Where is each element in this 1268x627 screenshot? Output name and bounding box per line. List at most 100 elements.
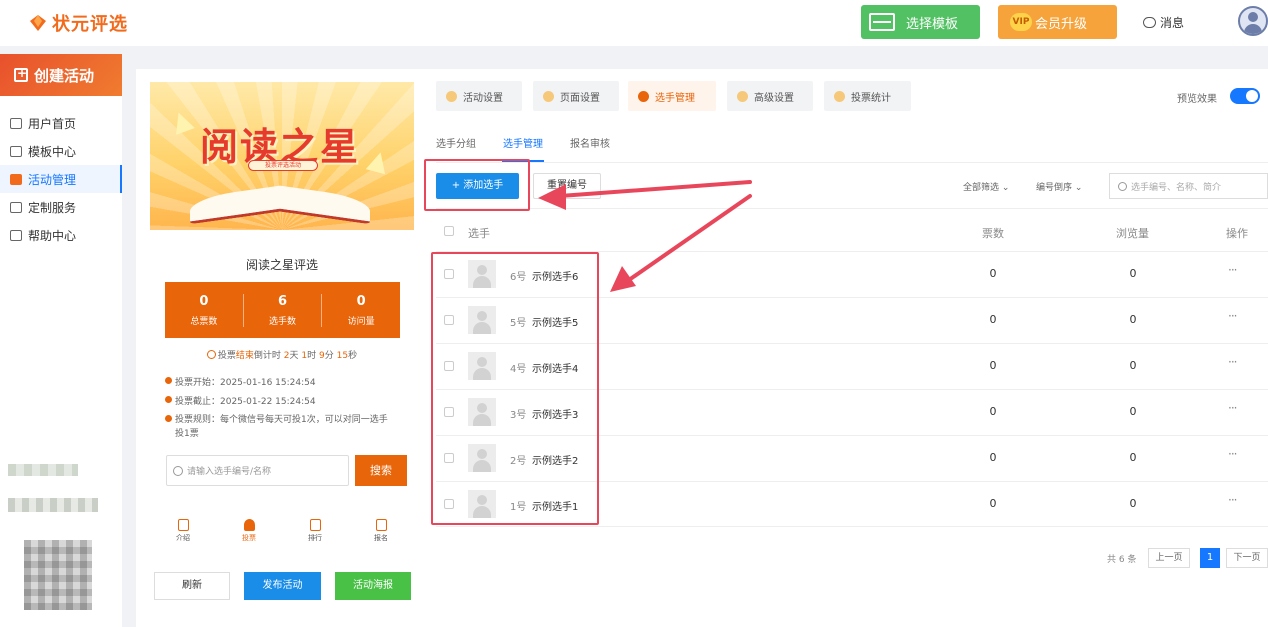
pager-next-button[interactable]: 下一页 bbox=[1226, 548, 1268, 568]
table-top-divider bbox=[436, 208, 1268, 209]
sort-select[interactable]: 编号倒序 ⌄ bbox=[1036, 180, 1082, 193]
vip-upgrade-button[interactable]: VIP 会员升级 bbox=[998, 5, 1117, 39]
countdown-text: 结束 bbox=[235, 351, 254, 361]
folder-icon bbox=[10, 145, 22, 157]
tab-vote-stats[interactable]: 投票统计 bbox=[824, 81, 911, 111]
tab-contestant-management[interactable]: 选手管理 bbox=[628, 81, 716, 111]
preview-search-input[interactable]: 请输入选手编号/名称 bbox=[166, 455, 349, 486]
tabbar-rank[interactable]: 排行 bbox=[282, 517, 348, 553]
tabbar-intro[interactable]: 介绍 bbox=[150, 517, 216, 553]
more-actions-icon[interactable]: ··· bbox=[1228, 401, 1238, 415]
logo[interactable]: 状元评选 bbox=[28, 10, 128, 36]
sidebar-item-help[interactable]: 帮助中心 bbox=[0, 221, 122, 249]
publish-activity-button[interactable]: 发布活动 bbox=[244, 572, 321, 600]
poster-subtitle: 投票评选活动 bbox=[248, 160, 318, 171]
column-header-votes: 票数 bbox=[982, 227, 1004, 240]
subtab-signup-review[interactable]: 报名审核 bbox=[570, 135, 610, 150]
tab-advanced-settings[interactable]: 高级设置 bbox=[727, 81, 813, 111]
reset-number-button[interactable]: 重置编号 bbox=[533, 173, 601, 199]
create-activity-label: 创建活动 bbox=[34, 66, 95, 85]
preview-search-button[interactable]: 搜索 bbox=[355, 455, 407, 486]
logo-text: 状元评选 bbox=[52, 14, 128, 35]
sidebar-item-home[interactable]: 用户首页 bbox=[0, 109, 122, 137]
sidebar-item-label: 活动管理 bbox=[28, 172, 77, 187]
messages-link[interactable]: 消息 bbox=[1143, 14, 1184, 31]
annotation-highlight-contestant-list bbox=[431, 252, 599, 525]
logo-icon bbox=[30, 15, 46, 31]
countdown-text: 天 bbox=[289, 351, 299, 361]
sidebar-item-custom-service[interactable]: 定制服务 bbox=[0, 193, 122, 221]
subtab-divider bbox=[436, 162, 1268, 163]
mobile-preview: 阅读之星 投票评选活动 阅读之星评选 0 总票数 6 选手数 0 访问量 投票结… bbox=[150, 82, 414, 556]
blurred-contact-info bbox=[8, 498, 98, 512]
activity-card: 阅读之星评选 0 总票数 6 选手数 0 访问量 投票结束倒计时 2天 1时 9… bbox=[157, 236, 407, 514]
select-template-button[interactable]: 选择模板 bbox=[861, 5, 980, 39]
create-activity-button[interactable]: 创建活动 bbox=[0, 54, 122, 96]
contestant-views: 0 bbox=[1129, 359, 1137, 372]
sidebar-item-label: 帮助中心 bbox=[28, 228, 77, 243]
sidebar-item-activities[interactable]: 活动管理 bbox=[0, 165, 122, 193]
sidebar-item-templates[interactable]: 模板中心 bbox=[0, 137, 122, 165]
sidebar: 创建活动 用户首页 模板中心 活动管理 定制服务 帮助中心 bbox=[0, 54, 122, 627]
contestant-votes: 0 bbox=[989, 359, 997, 372]
activity-poster-button[interactable]: 活动海报 bbox=[335, 572, 411, 600]
info-text: 投票规则：每个微信号每天可投1次，可以对同一选手投1票 bbox=[175, 415, 388, 439]
preview-toggle[interactable] bbox=[1230, 88, 1260, 104]
book-illustration bbox=[190, 185, 370, 225]
clock-icon bbox=[206, 350, 216, 359]
vote-countdown: 投票结束倒计时 2天 1时 9分 15秒 bbox=[157, 348, 407, 361]
tab-page-settings[interactable]: 页面设置 bbox=[533, 81, 619, 111]
home-icon bbox=[10, 117, 22, 129]
advanced-icon bbox=[737, 90, 748, 102]
contestant-views: 0 bbox=[1129, 497, 1137, 510]
contestant-votes: 0 bbox=[989, 313, 997, 326]
user-avatar[interactable] bbox=[1238, 6, 1268, 36]
vote-end-info: 投票截止：2025-01-22 15:24:54 bbox=[165, 394, 316, 407]
vote-start-info: 投票开始：2025-01-16 15:24:54 bbox=[165, 375, 316, 388]
contestant-views: 0 bbox=[1129, 313, 1137, 326]
pager-prev-button[interactable]: 上一页 bbox=[1148, 548, 1190, 568]
subtab-contestants[interactable]: 选手管理 bbox=[503, 135, 543, 150]
more-actions-icon[interactable]: ··· bbox=[1228, 309, 1238, 323]
stat-label: 选手数 bbox=[269, 316, 297, 327]
countdown-text: 秒 bbox=[348, 351, 358, 361]
tabbar-label: 报名 bbox=[374, 534, 388, 542]
stat-label: 总票数 bbox=[190, 316, 218, 327]
tab-label: 页面设置 bbox=[560, 92, 600, 104]
more-actions-icon[interactable]: ··· bbox=[1228, 447, 1238, 461]
contestant-views: 0 bbox=[1129, 405, 1137, 418]
tab-activity-settings[interactable]: 活动设置 bbox=[436, 81, 522, 111]
stat-total-votes: 0 总票数 bbox=[165, 293, 244, 327]
blurred-contact-info bbox=[8, 464, 78, 476]
filter-all-select[interactable]: 全部筛选 ⌄ bbox=[963, 180, 1009, 193]
contestant-views: 0 bbox=[1129, 267, 1137, 280]
sidebar-item-label: 用户首页 bbox=[28, 116, 77, 131]
sidebar-item-label: 模板中心 bbox=[28, 144, 77, 159]
stats-bar: 0 总票数 6 选手数 0 访问量 bbox=[165, 282, 400, 338]
refresh-button[interactable]: 刷新 bbox=[154, 572, 230, 600]
tab-label: 选手管理 bbox=[655, 92, 695, 104]
pager-current-page[interactable]: 1 bbox=[1200, 548, 1220, 568]
page-icon bbox=[543, 90, 554, 102]
more-actions-icon[interactable]: ··· bbox=[1228, 355, 1238, 369]
countdown-text: 分 bbox=[324, 351, 334, 361]
contestant-views: 0 bbox=[1129, 451, 1137, 464]
tabbar-signup[interactable]: 报名 bbox=[348, 517, 414, 553]
select-all-checkbox[interactable] bbox=[444, 226, 454, 236]
signup-icon bbox=[375, 519, 387, 531]
create-icon bbox=[14, 66, 28, 82]
countdown-seconds: 15 bbox=[336, 351, 349, 361]
ticket-icon bbox=[10, 173, 22, 185]
search-icon bbox=[1118, 181, 1127, 191]
chat-bubble-icon bbox=[1143, 17, 1156, 28]
intro-icon bbox=[177, 519, 189, 531]
more-actions-icon[interactable]: ··· bbox=[1228, 263, 1238, 277]
countdown-text: 倒计时 bbox=[253, 351, 281, 361]
pager-total: 共 6 条 bbox=[1107, 555, 1137, 565]
subtab-groups[interactable]: 选手分组 bbox=[436, 135, 476, 150]
contestant-search-input[interactable]: 选手编号、名称、简介 bbox=[1109, 173, 1268, 199]
tab-label: 高级设置 bbox=[754, 92, 794, 104]
more-actions-icon[interactable]: ··· bbox=[1228, 493, 1238, 507]
tabbar-vote[interactable]: 投票 bbox=[216, 517, 282, 553]
preview-tabbar: 介绍 投票 排行 报名 bbox=[150, 517, 414, 553]
